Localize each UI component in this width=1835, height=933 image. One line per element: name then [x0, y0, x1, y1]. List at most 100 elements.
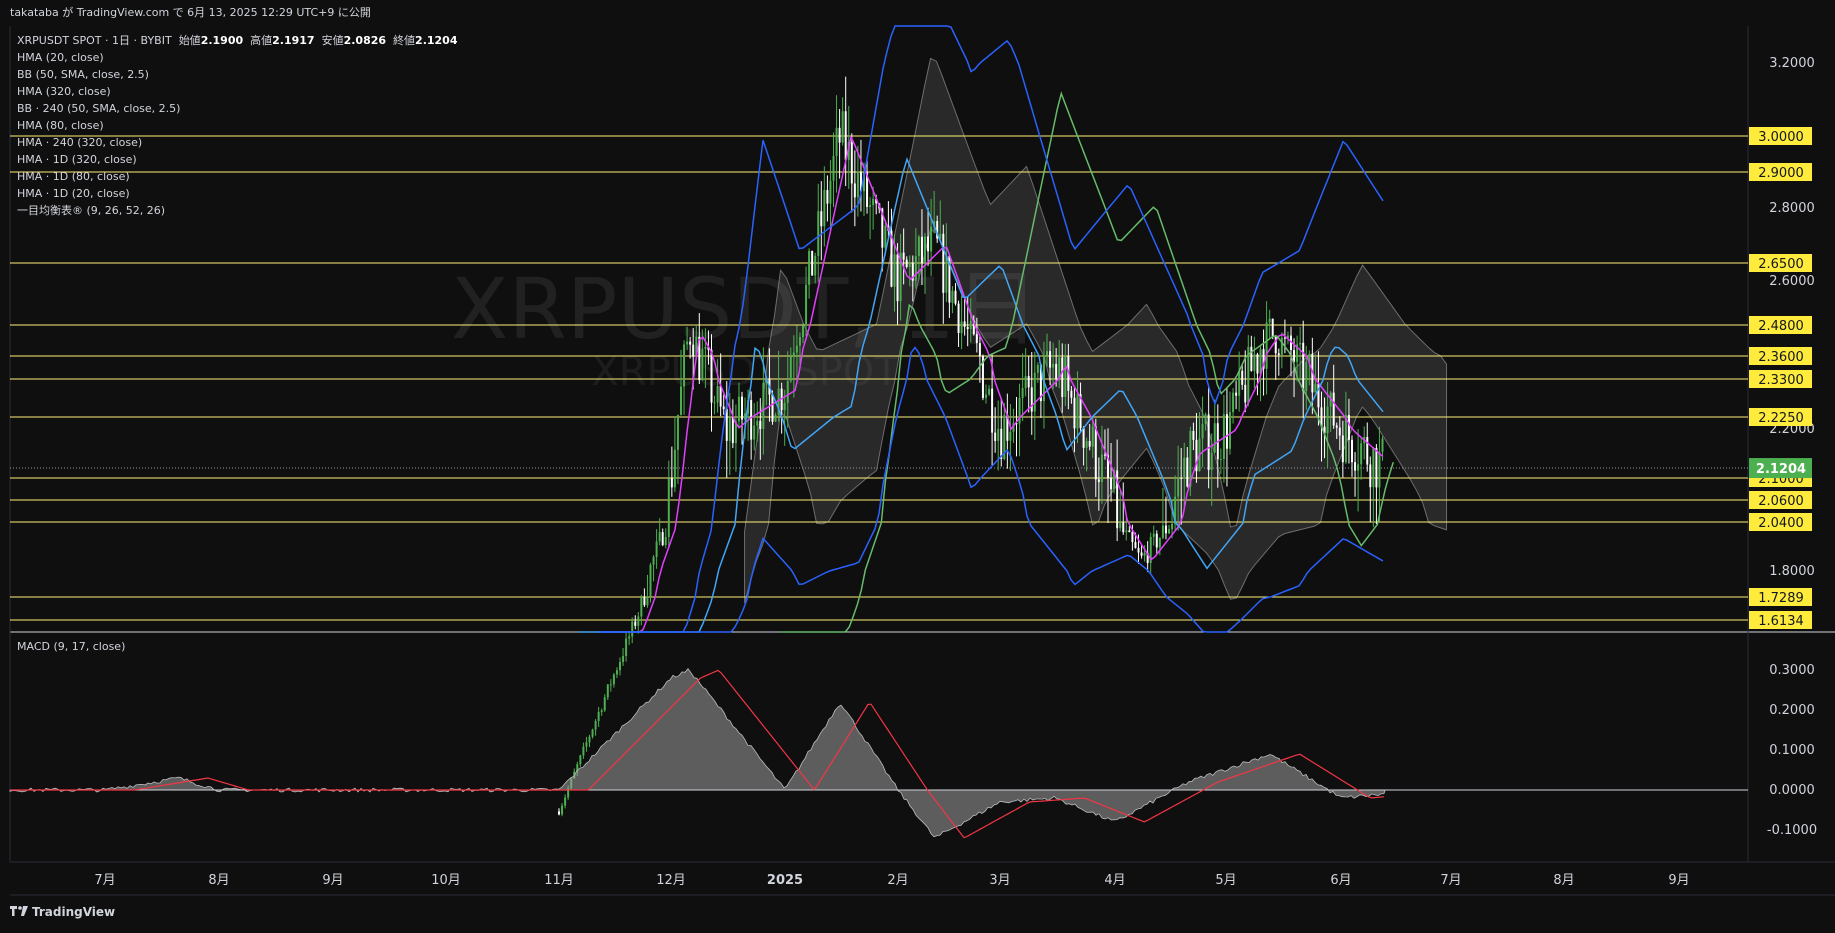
candle-body [826, 190, 829, 204]
candle-body [1030, 387, 1033, 412]
symbol-label[interactable]: XRPUSDT SPOT · 1日 · BYBIT [17, 34, 172, 47]
candle-body [1253, 354, 1256, 371]
candle-body [917, 236, 920, 256]
time-axis-tick: 2月 [887, 873, 908, 888]
candle-body [838, 127, 841, 143]
candle-body [1250, 346, 1253, 371]
candle-body [609, 684, 612, 686]
candle-body [969, 320, 972, 330]
candle-body [762, 382, 765, 429]
price-level-tag-text: 2.3300 [1758, 373, 1804, 388]
candle-body [835, 127, 838, 157]
candle-body [579, 755, 582, 765]
macd-label[interactable]: MACD (9, 17, close) [17, 640, 125, 653]
indicator-row[interactable]: HMA · 1D (320, close) [17, 151, 458, 168]
candle-body [1256, 354, 1259, 374]
candle-body [1235, 392, 1238, 396]
candle-body [930, 226, 933, 252]
candle-body [1302, 342, 1305, 392]
candle-body [731, 417, 734, 444]
candle-body [1046, 351, 1048, 356]
candle-body [597, 711, 600, 722]
price-level-tag-text: 1.7289 [1758, 591, 1804, 606]
candle-body [920, 236, 923, 263]
candle-body [1354, 462, 1357, 471]
candle-body [1097, 479, 1100, 483]
candle-body [1357, 464, 1360, 471]
candle-body [914, 255, 917, 281]
price-axis-tick: 2.6000 [1769, 274, 1815, 289]
candle-body [1232, 392, 1235, 413]
indicator-row[interactable]: 一目均衡表® (9, 26, 52, 26) [17, 202, 458, 219]
candle-body [1332, 392, 1335, 426]
symbol-row: XRPUSDT SPOT · 1日 · BYBIT 始値2.1900 高値2.1… [17, 32, 458, 49]
price-axis-tick: 1.8000 [1769, 564, 1815, 579]
price-level-tag-text: 2.6500 [1758, 257, 1804, 272]
candle-body [585, 742, 588, 747]
open-label: 始値 [178, 34, 201, 47]
candle-body [792, 352, 795, 357]
candle-body [1036, 364, 1039, 373]
candle-body [1070, 390, 1073, 398]
indicator-row[interactable]: HMA · 240 (320, close) [17, 134, 458, 151]
tradingview-logo[interactable]: TradingView [10, 905, 115, 919]
time-axis-tick: 12月 [656, 873, 686, 888]
candle-body [832, 156, 835, 181]
candle-body [1192, 430, 1195, 440]
candle-body [811, 250, 814, 276]
candle-body [1207, 414, 1210, 470]
candle-body [786, 381, 789, 403]
watermark-title: XRPUSDT, 1日 [451, 260, 1039, 358]
indicator-row[interactable]: HMA (320, close) [17, 83, 458, 100]
candle-body [1064, 356, 1067, 397]
macd-axis-tick: 0.2000 [1769, 703, 1815, 718]
indicator-row[interactable]: HMA (20, close) [17, 49, 458, 66]
candle-body [1268, 318, 1271, 323]
candle-body [902, 252, 905, 260]
candle-body [829, 180, 832, 204]
time-axis-tick: 7月 [1440, 873, 1461, 888]
candle-body [1021, 388, 1024, 399]
price-level-tag-text: 3.0000 [1758, 130, 1804, 145]
candle-body [820, 211, 823, 227]
candle-body [1381, 438, 1384, 452]
candle-body [628, 636, 631, 639]
candle-body [844, 111, 847, 160]
candle-body [1351, 439, 1353, 463]
candle-body [1341, 435, 1344, 463]
candle-body [676, 414, 679, 450]
candle-body [1183, 457, 1186, 479]
candle-body [667, 478, 670, 537]
candle-body [655, 541, 658, 557]
candle-body [701, 348, 704, 381]
candle-body [710, 349, 713, 403]
candle-body [1009, 431, 1012, 441]
tradingview-brand: TradingView [32, 905, 116, 919]
time-axis-tick: 9月 [322, 873, 343, 888]
candle-body [1372, 448, 1375, 488]
indicator-row[interactable]: HMA · 1D (80, close) [17, 168, 458, 185]
candle-body [783, 402, 786, 411]
candle-body [1088, 441, 1091, 447]
macd-axis-tick: 0.0000 [1769, 783, 1815, 798]
price-axis-tick: 2.8000 [1769, 201, 1815, 216]
indicator-row[interactable]: BB · 240 (50, SMA, close, 2.5) [17, 100, 458, 117]
candle-body [808, 250, 811, 285]
candle-body [582, 746, 585, 756]
indicator-row[interactable]: BB (50, SMA, close, 2.5) [17, 66, 458, 83]
candle-body [798, 337, 801, 346]
candle-body [1052, 363, 1055, 368]
candle-body [1140, 552, 1143, 556]
candle-body [606, 684, 609, 698]
indicator-row[interactable]: HMA · 1D (20, close) [17, 185, 458, 202]
candle-body [1244, 384, 1247, 403]
candle-body [988, 388, 991, 395]
candle-body [1347, 414, 1350, 440]
candle-body [850, 142, 853, 184]
indicator-row[interactable]: HMA (80, close) [17, 117, 458, 134]
time-axis-tick: 9月 [1668, 873, 1689, 888]
macd-histogram-area [9, 668, 1386, 838]
candle-body [771, 394, 774, 422]
candle-body [978, 343, 981, 356]
time-axis-tick: 10月 [431, 873, 461, 888]
